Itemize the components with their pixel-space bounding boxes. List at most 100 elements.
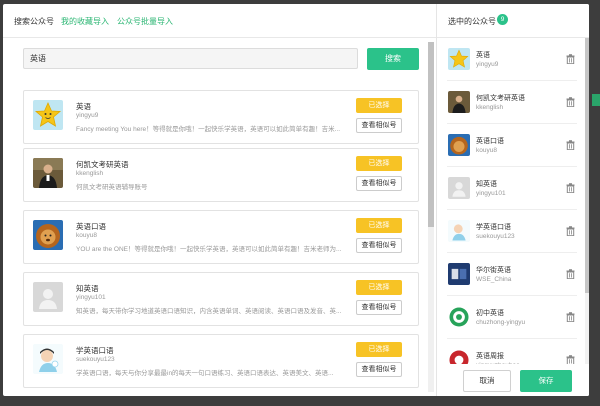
selected-button[interactable]: 已选择 (356, 342, 402, 357)
view-similar-button[interactable]: 查看相似号 (356, 118, 402, 133)
selected-item-account: kouyu8 (476, 147, 497, 154)
account-id: kouyu8 (76, 232, 97, 239)
account-description: 知英语，每天带你学习地道英语口语知识，内含英语单词、英语阅读、英语口语及发音、英… (76, 308, 342, 315)
selected-item: 何凯文考研英语 kkenglish (447, 85, 577, 121)
selected-item: 初中英语 chuzhong-yingyu (447, 300, 577, 336)
selected-item: 英语周报 yingyuzhoubao (447, 343, 577, 364)
result-card: 学英语口语 suekouyu123 学英语口语，每天与你分享最最in的每天一句口… (23, 334, 419, 388)
account-id: yingyu9 (76, 112, 99, 119)
selected-panel: 选中的公众号 9 英语 yingyu9 何凯文考研英语 kkenglish 英语… (437, 4, 589, 396)
selected-button[interactable]: 已选择 (356, 98, 402, 113)
trash-icon[interactable] (566, 226, 575, 236)
search-input[interactable]: 英语 (23, 48, 358, 69)
scrollbar-thumb[interactable] (428, 42, 434, 227)
background-accent (592, 94, 600, 106)
results-list: 英语 yingyu9 Fancy meeting You here！等得就是你哦… (3, 80, 436, 396)
search-button[interactable]: 搜索 (367, 48, 419, 70)
child-illustration-icon (33, 344, 63, 374)
trash-icon[interactable] (566, 312, 575, 322)
selected-item-account: chuzhong-yingyu (476, 319, 526, 326)
selected-item: 学英语口语 suekouyu123 (447, 214, 577, 250)
result-card: 知英语 yingyu101 知英语，每天带你学习地道英语口语知识，内含英语单词、… (23, 272, 419, 326)
cancel-button[interactable]: 取消 (463, 370, 511, 392)
selected-item-name: 华尔街英语 (476, 267, 511, 274)
child-illustration-icon (448, 220, 470, 242)
selected-item-name: 英语周报 (476, 353, 504, 360)
trash-icon[interactable] (566, 269, 575, 279)
selected-button[interactable]: 已选择 (356, 156, 402, 171)
selected-list: 英语 yingyu9 何凯文考研英语 kkenglish 英语口语 kouyu8 (437, 38, 583, 364)
selected-panel-title: 选中的公众号 (448, 17, 496, 26)
wse-logo-icon (448, 263, 470, 285)
default-avatar-icon (448, 177, 470, 199)
trash-icon[interactable] (566, 183, 575, 193)
save-button[interactable]: 保存 (520, 370, 572, 392)
account-name: 英语 (76, 102, 91, 111)
selected-item-name: 何凯文考研英语 (476, 95, 525, 102)
tab-favorites-import[interactable]: 我的收藏导入 (61, 16, 109, 27)
person-photo-icon (33, 158, 63, 188)
star-icon (448, 48, 470, 70)
selected-count-badge: 9 (497, 14, 508, 25)
account-description: 何凯文考研英语辅导账号 (76, 184, 148, 191)
account-id: yingyu101 (76, 294, 106, 301)
selected-item-account: WSE_China (476, 276, 512, 283)
selected-item: 知英语 yingyu101 (447, 171, 577, 207)
selected-item-account: suekouyu123 (476, 233, 515, 240)
account-description: Fancy meeting You here！等得就是你哦！一起快乐学英语，英语… (76, 126, 341, 133)
separator (447, 338, 577, 339)
default-avatar-icon (33, 282, 63, 312)
green-circle-logo-icon (448, 306, 470, 328)
result-card: 英语口语 kouyu8 YOU are the ONE！等得就是你哦！一起快乐学… (23, 210, 419, 264)
trash-icon[interactable] (566, 54, 575, 64)
tab-batch-import[interactable]: 公众号批量导入 (117, 16, 173, 27)
scrollbar-thumb[interactable] (585, 38, 589, 293)
selected-item-name: 英语 (476, 52, 490, 59)
selected-button[interactable]: 已选择 (356, 218, 402, 233)
trash-icon[interactable] (566, 355, 575, 364)
selected-item-account: kkenglish (476, 104, 504, 111)
trash-icon[interactable] (566, 97, 575, 107)
selected-item-name: 初中英语 (476, 310, 504, 317)
separator (447, 166, 577, 167)
selected-button[interactable]: 已选择 (356, 280, 402, 295)
view-similar-button[interactable]: 查看相似号 (356, 176, 402, 191)
selected-scrollbar[interactable] (585, 38, 589, 368)
selected-item: 华尔街英语 WSE_China (447, 257, 577, 293)
account-name: 知英语 (76, 284, 99, 293)
view-similar-button[interactable]: 查看相似号 (356, 362, 402, 377)
selected-item-name: 英语口语 (476, 138, 504, 145)
separator (447, 295, 577, 296)
separator (447, 80, 577, 81)
account-name: 何凯文考研英语 (76, 160, 129, 169)
selected-item-account: yingyu101 (476, 190, 506, 197)
account-id: suekouyu123 (76, 356, 115, 363)
account-name: 学英语口语 (76, 346, 114, 355)
result-card: 何凯文考研英语 kkenglish 何凯文考研英语辅导账号 已选择 查看相似号 (23, 148, 419, 202)
result-card: 英语 yingyu9 Fancy meeting You here！等得就是你哦… (23, 90, 419, 144)
import-dialog: 搜索公众号 我的收藏导入 公众号批量导入 英语 搜索 英语 yingyu9 Fa… (3, 4, 589, 396)
selected-item: 英语 yingyu9 (447, 42, 577, 78)
view-similar-button[interactable]: 查看相似号 (356, 238, 402, 253)
results-scrollbar[interactable] (428, 42, 434, 392)
view-similar-button[interactable]: 查看相似号 (356, 300, 402, 315)
tab-search-account[interactable]: 搜索公众号 (14, 16, 54, 27)
account-name: 英语口语 (76, 222, 106, 231)
star-icon (33, 100, 63, 130)
selected-item: 英语口语 kouyu8 (447, 128, 577, 164)
tab-bar: 搜索公众号 我的收藏导入 公众号批量导入 (3, 4, 436, 38)
account-description: YOU are the ONE！等得就是你哦！一起快乐学英语，英语可以如此简单有… (76, 246, 342, 253)
account-description: 学英语口语，每天与你分享最最in的每天一句口语练习、英语口语表达、英语美文、英语… (76, 370, 334, 377)
search-panel: 搜索公众号 我的收藏导入 公众号批量导入 英语 搜索 英语 yingyu9 Fa… (3, 4, 436, 396)
account-id: kkenglish (76, 170, 104, 177)
selected-item-name: 学英语口语 (476, 224, 511, 231)
person-photo-icon (448, 91, 470, 113)
lion-photo-icon (33, 220, 63, 250)
separator (447, 123, 577, 124)
red-circle-logo-icon (448, 349, 470, 364)
separator (447, 209, 577, 210)
trash-icon[interactable] (566, 140, 575, 150)
lion-photo-icon (448, 134, 470, 156)
selected-item-name: 知英语 (476, 181, 497, 188)
selected-panel-header: 选中的公众号 9 (437, 4, 589, 38)
